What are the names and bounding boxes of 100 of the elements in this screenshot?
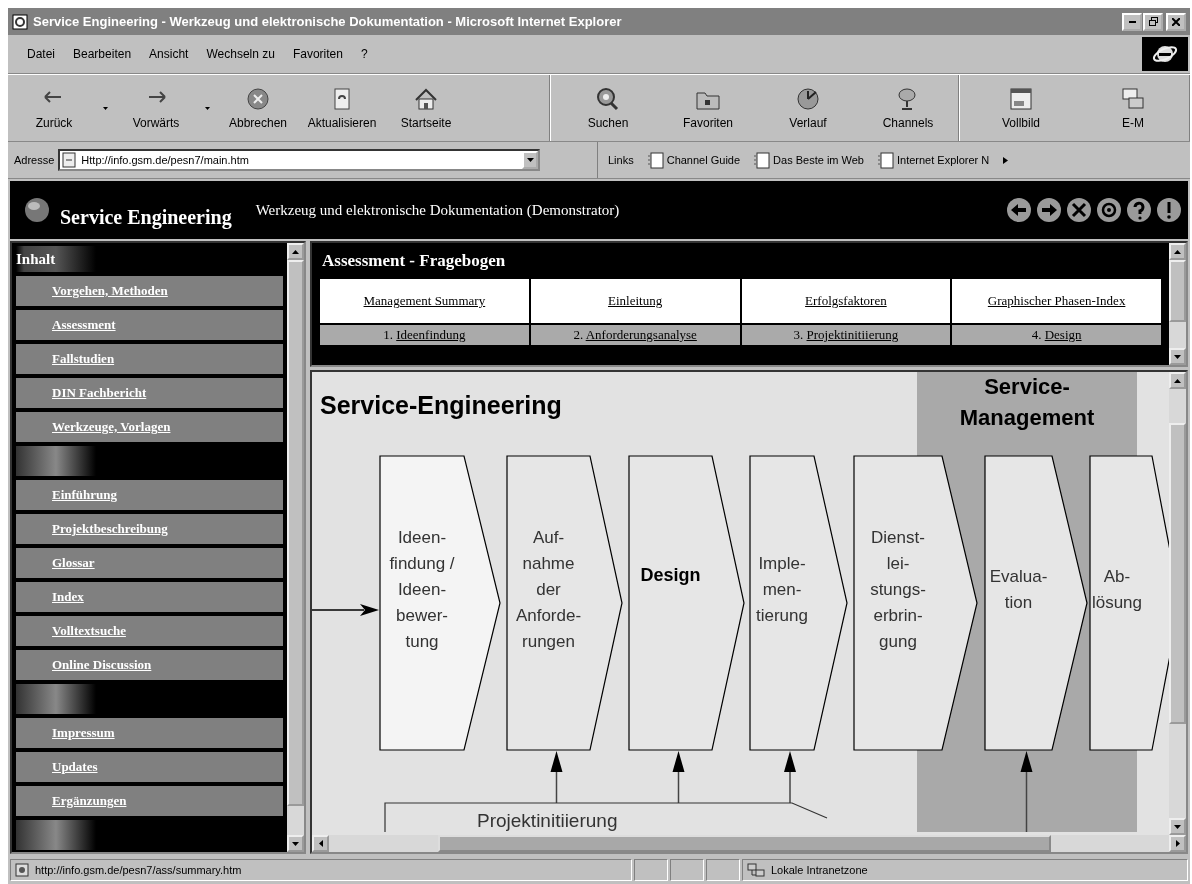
toolbar-button[interactable]: Suchen: [558, 80, 658, 136]
alert-icon[interactable]: [1156, 197, 1182, 223]
scroll-up-button[interactable]: [287, 243, 304, 260]
status-pane: [706, 859, 740, 881]
window-icon: [1008, 86, 1034, 111]
menu-item[interactable]: Datei: [18, 47, 64, 61]
phase-link[interactable]: Anforderungsanalyse: [585, 327, 697, 342]
scroll-down-button[interactable]: [287, 835, 304, 852]
nav-link[interactable]: Management Summary: [363, 293, 486, 308]
toolbar-button[interactable]: Channels: [858, 80, 958, 136]
nav-link[interactable]: Erfolgsfaktoren: [805, 293, 887, 308]
menu-item[interactable]: Ansicht: [140, 47, 198, 61]
status-url: http://info.gsm.de/pesn7/ass/summary.htm: [35, 864, 242, 876]
status-pane: [634, 859, 668, 881]
toolbar-button[interactable]: Zurück: [12, 80, 114, 136]
sidebar-item[interactable]: Werkzeuge, Vorlagen: [16, 412, 283, 442]
scroll-up-button[interactable]: [1169, 243, 1186, 260]
toolbar-button[interactable]: Verlauf: [758, 80, 858, 136]
vertical-scrollbar[interactable]: [1169, 243, 1186, 365]
sidebar-item[interactable]: Volltextsuche: [16, 616, 283, 646]
maximize-button[interactable]: [1143, 12, 1163, 31]
toolbar-button[interactable]: Abbrechen: [216, 80, 300, 136]
scroll-right-button[interactable]: [1169, 835, 1186, 852]
network-icon: [747, 862, 765, 878]
dropdown-arrow-icon[interactable]: [102, 106, 108, 110]
page-icon: [754, 151, 771, 169]
browser-window-icon: [12, 13, 28, 30]
home-icon: [413, 86, 439, 111]
toolbar-button[interactable]: E-M: [1077, 80, 1189, 136]
close-icon[interactable]: [1066, 197, 1092, 223]
link[interactable]: Das Beste im Web: [773, 154, 864, 166]
dropdown-arrow-icon[interactable]: [204, 106, 210, 110]
arrow-left-icon: [318, 840, 323, 847]
sidebar-item[interactable]: Online Discussion: [16, 650, 283, 680]
refresh-icon[interactable]: [1096, 197, 1122, 223]
scroll-down-button[interactable]: [1169, 818, 1186, 835]
mail-icon: [1120, 86, 1146, 111]
nav-link[interactable]: Einleitung: [608, 293, 663, 308]
sidebar-item[interactable]: Einführung: [16, 480, 283, 510]
scroll-thumb[interactable]: [1169, 423, 1186, 724]
toolbar-button[interactable]: Favoriten: [658, 80, 758, 136]
arrow-down-icon: [526, 158, 534, 162]
sidebar-item[interactable]: Vorgehen, Methoden: [16, 276, 283, 306]
phase-link[interactable]: Ideenfindung: [396, 327, 466, 342]
step-label: Design: [640, 565, 701, 585]
menu-item[interactable]: ?: [351, 47, 377, 61]
step-number: 1.: [383, 327, 393, 342]
dropdown-button[interactable]: [522, 151, 539, 169]
menu-item[interactable]: Favoriten: [283, 47, 352, 61]
scroll-up-button[interactable]: [1169, 372, 1186, 389]
scroll-left-button[interactable]: [312, 835, 329, 852]
help-icon[interactable]: [1126, 197, 1152, 223]
step-number: 3.: [793, 327, 804, 342]
sidebar-item[interactable]: Updates: [16, 752, 283, 782]
step-label: Ideen- findung / Ideen- bewer- tung: [389, 528, 455, 651]
minimize-button[interactable]: [1122, 12, 1142, 31]
sidebar-item[interactable]: Index: [16, 582, 283, 612]
chevron-right-icon[interactable]: [1003, 156, 1009, 164]
scroll-down-button[interactable]: [1169, 348, 1186, 365]
link[interactable]: Internet Explorer N: [896, 154, 990, 166]
menu-item[interactable]: Bearbeiten: [64, 47, 141, 61]
minimize-icon: [1128, 20, 1136, 23]
menu-item[interactable]: Wechseln zu: [197, 47, 284, 61]
search-icon: [595, 86, 621, 111]
step-label: Evalua- tion: [989, 567, 1048, 612]
toolbar-button[interactable]: Vorwärts: [114, 80, 216, 136]
arrow-up-icon: [1174, 378, 1181, 383]
toolbar-button[interactable]: Vollbild: [965, 80, 1077, 136]
scroll-thumb[interactable]: [1169, 260, 1186, 322]
diagram-title: Service-Engineering: [320, 391, 562, 419]
vertical-scrollbar[interactable]: [1169, 372, 1186, 835]
toolbar-button[interactable]: Startseite: [384, 80, 468, 136]
arrow-down-icon: [292, 841, 299, 846]
horizontal-scrollbar[interactable]: [312, 835, 1186, 852]
close-icon: [1172, 17, 1180, 26]
sidebar-item[interactable]: Ergänzungen: [16, 786, 283, 816]
sidebar-item[interactable]: Impressum: [16, 718, 283, 748]
close-button[interactable]: [1166, 12, 1186, 31]
link[interactable]: Channel Guide: [666, 154, 741, 166]
arrow-right-icon[interactable]: [1036, 197, 1062, 223]
scroll-thumb[interactable]: [438, 835, 1052, 852]
step-number: 4.: [1031, 327, 1042, 342]
page-icon: [15, 863, 29, 877]
stop-icon: [245, 86, 271, 111]
links-label: Links: [608, 154, 634, 166]
sidebar-item[interactable]: Fallstudien: [16, 344, 283, 374]
sphere-icon: [24, 197, 50, 223]
sidebar-item[interactable]: Glossar: [16, 548, 283, 578]
phase-link[interactable]: Projektinitiierung: [806, 327, 899, 342]
address-field[interactable]: Http://info.gsm.de/pesn7/main.htm: [58, 149, 541, 171]
page-icon: [62, 152, 77, 168]
sidebar-item[interactable]: Projektbeschreibung: [16, 514, 283, 544]
toolbar-button[interactable]: Aktualisieren: [300, 80, 384, 136]
arrow-up-icon: [292, 249, 299, 254]
input-arrow: [312, 604, 379, 616]
sidebar-item[interactable]: DIN Fachbericht: [16, 378, 283, 408]
arrow-left-icon[interactable]: [1006, 197, 1032, 223]
phase-link[interactable]: Design: [1044, 327, 1082, 342]
sidebar-item[interactable]: Assessment: [16, 310, 283, 340]
step-number: 2.: [573, 327, 584, 342]
